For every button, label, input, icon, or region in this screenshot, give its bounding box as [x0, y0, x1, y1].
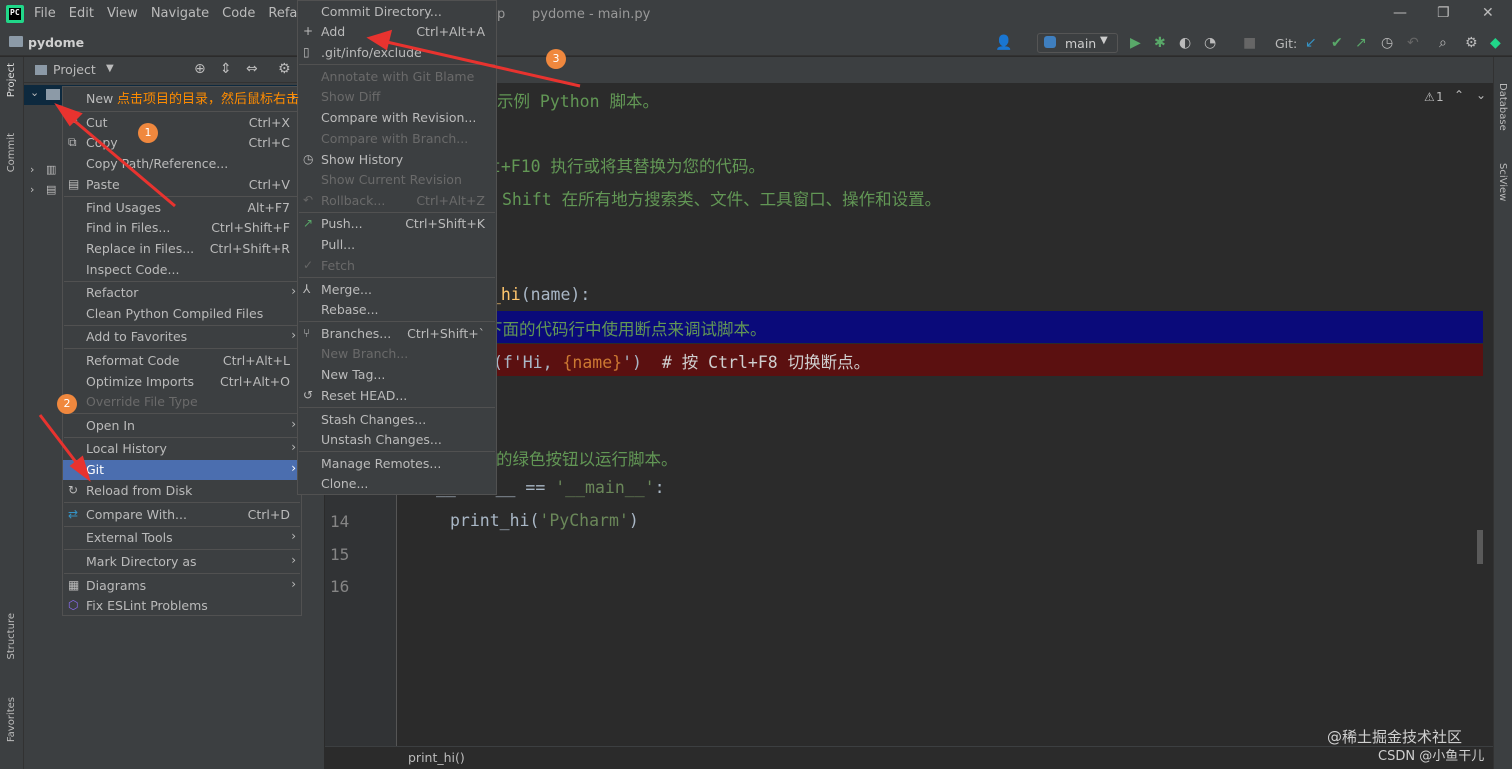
- arrow-to-project-root: [63, 110, 176, 208]
- annotation-arrows: [38, 29, 581, 482]
- arrow-head: [366, 29, 393, 51]
- watermark-juejin: @稀土掘金技术社区: [1327, 728, 1463, 746]
- ide-window: PC File Edit View Navigate Code Refactor…: [0, 0, 1512, 769]
- watermark-csdn: CSDN @小鱼干儿: [1378, 749, 1485, 764]
- arrow-to-add-item: [377, 38, 581, 88]
